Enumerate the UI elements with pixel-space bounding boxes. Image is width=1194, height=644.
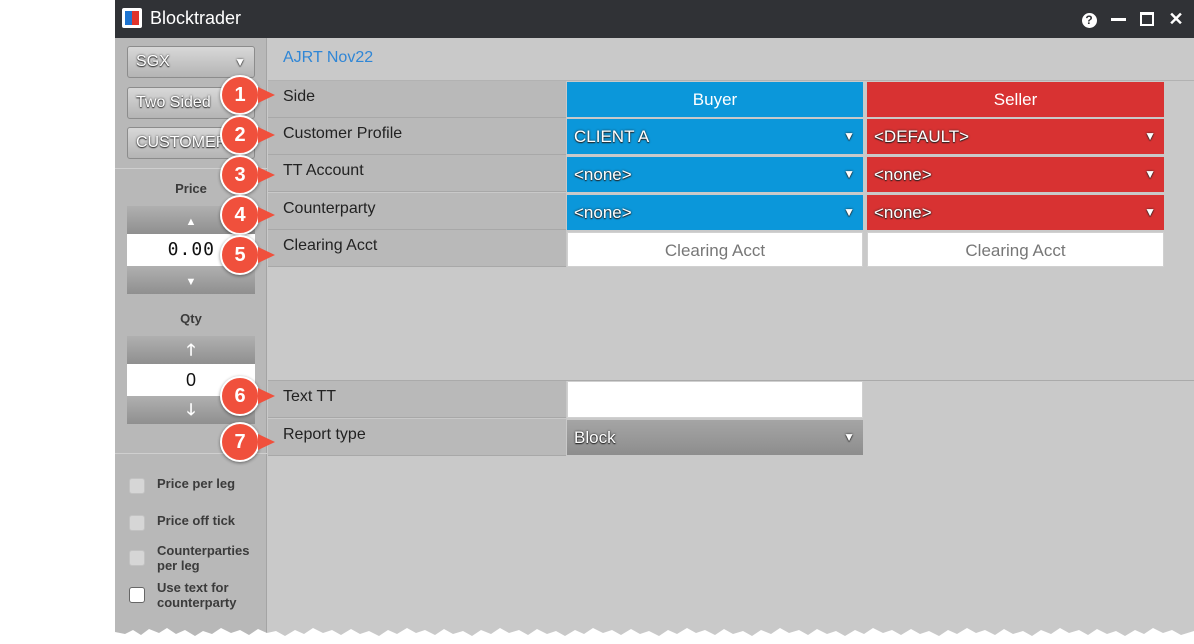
blocktrader-window: Blocktrader ? ✕ SGX ▼ Two Sided CUSTOMER… bbox=[115, 0, 1194, 644]
seller-tt-account-value: <none> bbox=[874, 165, 932, 184]
triangle-up-icon: ▲ bbox=[185, 216, 197, 228]
callout-badge: 3 bbox=[220, 155, 275, 195]
clearing-acct-label: Clearing Acct bbox=[268, 230, 566, 267]
qty-label: Qty bbox=[180, 311, 202, 326]
dropdown-arrow-icon: ▼ bbox=[234, 55, 246, 69]
price-off-tick-checkbox[interactable] bbox=[129, 515, 145, 531]
exchange-value: SGX bbox=[136, 53, 170, 70]
arrow-down-icon: 🡓 bbox=[186, 402, 196, 419]
price-per-leg-label: Price per leg bbox=[157, 476, 236, 491]
callout-badge: 1 bbox=[220, 75, 275, 115]
text-tt-input[interactable] bbox=[567, 381, 863, 418]
report-type-dropdown[interactable]: Block ▼ bbox=[567, 420, 863, 455]
callout-badge: 5 bbox=[220, 235, 275, 275]
counterparties-per-leg-label: Counterparties per leg bbox=[157, 543, 250, 573]
seller-customer-profile-value: <DEFAULT> bbox=[874, 127, 970, 146]
price-per-leg-checkbox[interactable] bbox=[129, 478, 145, 494]
seller-clearing-acct-field[interactable]: Clearing Acct bbox=[867, 232, 1164, 267]
buyer-header[interactable]: Buyer bbox=[567, 82, 863, 117]
report-type-label: Report type bbox=[268, 419, 566, 456]
exchange-dropdown[interactable]: SGX ▼ bbox=[127, 46, 255, 78]
seller-counterparty-value: <none> bbox=[874, 203, 932, 222]
side-label: Side bbox=[268, 81, 566, 118]
buyer-tt-account-dropdown[interactable]: <none> ▼ bbox=[567, 157, 863, 192]
dropdown-arrow-icon: ▼ bbox=[843, 167, 855, 181]
maximize-button[interactable] bbox=[1136, 8, 1158, 30]
contract-title: AJRT Nov22 bbox=[283, 49, 374, 66]
tt-account-label: TT Account bbox=[268, 155, 566, 192]
dropdown-arrow-icon: ▼ bbox=[1144, 129, 1156, 143]
text-tt-label: Text TT bbox=[268, 381, 566, 418]
callout-badge: 7 bbox=[220, 422, 275, 462]
minimize-button[interactable] bbox=[1108, 8, 1130, 30]
seller-counterparty-dropdown[interactable]: <none> ▼ bbox=[867, 195, 1164, 230]
callout-badge: 2 bbox=[220, 115, 275, 155]
help-icon: ? bbox=[1081, 12, 1097, 28]
use-text-for-counterparty-checkbox[interactable] bbox=[129, 587, 145, 603]
triangle-down-icon: ▼ bbox=[185, 276, 197, 288]
buyer-clearing-acct-field[interactable]: Clearing Acct bbox=[567, 232, 863, 267]
close-icon: ✕ bbox=[1168, 9, 1184, 29]
dropdown-arrow-icon: ▼ bbox=[843, 430, 855, 444]
callout-badge: 4 bbox=[220, 195, 275, 235]
dropdown-arrow-icon: ▼ bbox=[843, 129, 855, 143]
dropdown-arrow-icon: ▼ bbox=[1144, 205, 1156, 219]
dropdown-arrow-icon: ▼ bbox=[1144, 167, 1156, 181]
window-title: Blocktrader bbox=[150, 8, 242, 28]
use-text-for-counterparty-label: Use text for counterparty bbox=[157, 580, 237, 610]
seller-header[interactable]: Seller bbox=[867, 82, 1164, 117]
callout-badge: 6 bbox=[220, 376, 275, 416]
maximize-icon bbox=[1140, 12, 1154, 26]
counterparties-per-leg-checkbox[interactable] bbox=[129, 550, 145, 566]
mode-label: Two Sided bbox=[136, 94, 211, 111]
app-logo-icon bbox=[122, 8, 142, 28]
customer-label: CUSTOMER bbox=[136, 134, 228, 151]
buyer-tt-account-value: <none> bbox=[574, 165, 632, 184]
arrow-up-icon: 🡑 bbox=[186, 342, 196, 359]
qty-increment-button[interactable]: 🡑 bbox=[127, 336, 255, 364]
buyer-customer-profile-dropdown[interactable]: CLIENT A ▼ bbox=[567, 119, 863, 154]
buyer-counterparty-value: <none> bbox=[574, 203, 632, 222]
counterparty-label: Counterparty bbox=[268, 193, 566, 230]
report-type-value: Block bbox=[574, 428, 616, 447]
main-panel: AJRT Nov22 Side Buyer Seller Customer Pr… bbox=[268, 38, 1194, 644]
close-button[interactable]: ✕ bbox=[1165, 8, 1187, 30]
customer-profile-label: Customer Profile bbox=[268, 118, 566, 155]
torn-edge-decoration bbox=[115, 628, 1194, 644]
seller-tt-account-dropdown[interactable]: <none> ▼ bbox=[867, 157, 1164, 192]
price-off-tick-label: Price off tick bbox=[157, 513, 236, 528]
title-bar[interactable]: Blocktrader ? ✕ bbox=[115, 0, 1194, 38]
help-button[interactable]: ? bbox=[1078, 8, 1100, 30]
buyer-counterparty-dropdown[interactable]: <none> ▼ bbox=[567, 195, 863, 230]
seller-customer-profile-dropdown[interactable]: <DEFAULT> ▼ bbox=[867, 119, 1164, 154]
minimize-icon bbox=[1111, 18, 1126, 21]
dropdown-arrow-icon: ▼ bbox=[843, 205, 855, 219]
buyer-customer-profile-value: CLIENT A bbox=[574, 127, 650, 146]
